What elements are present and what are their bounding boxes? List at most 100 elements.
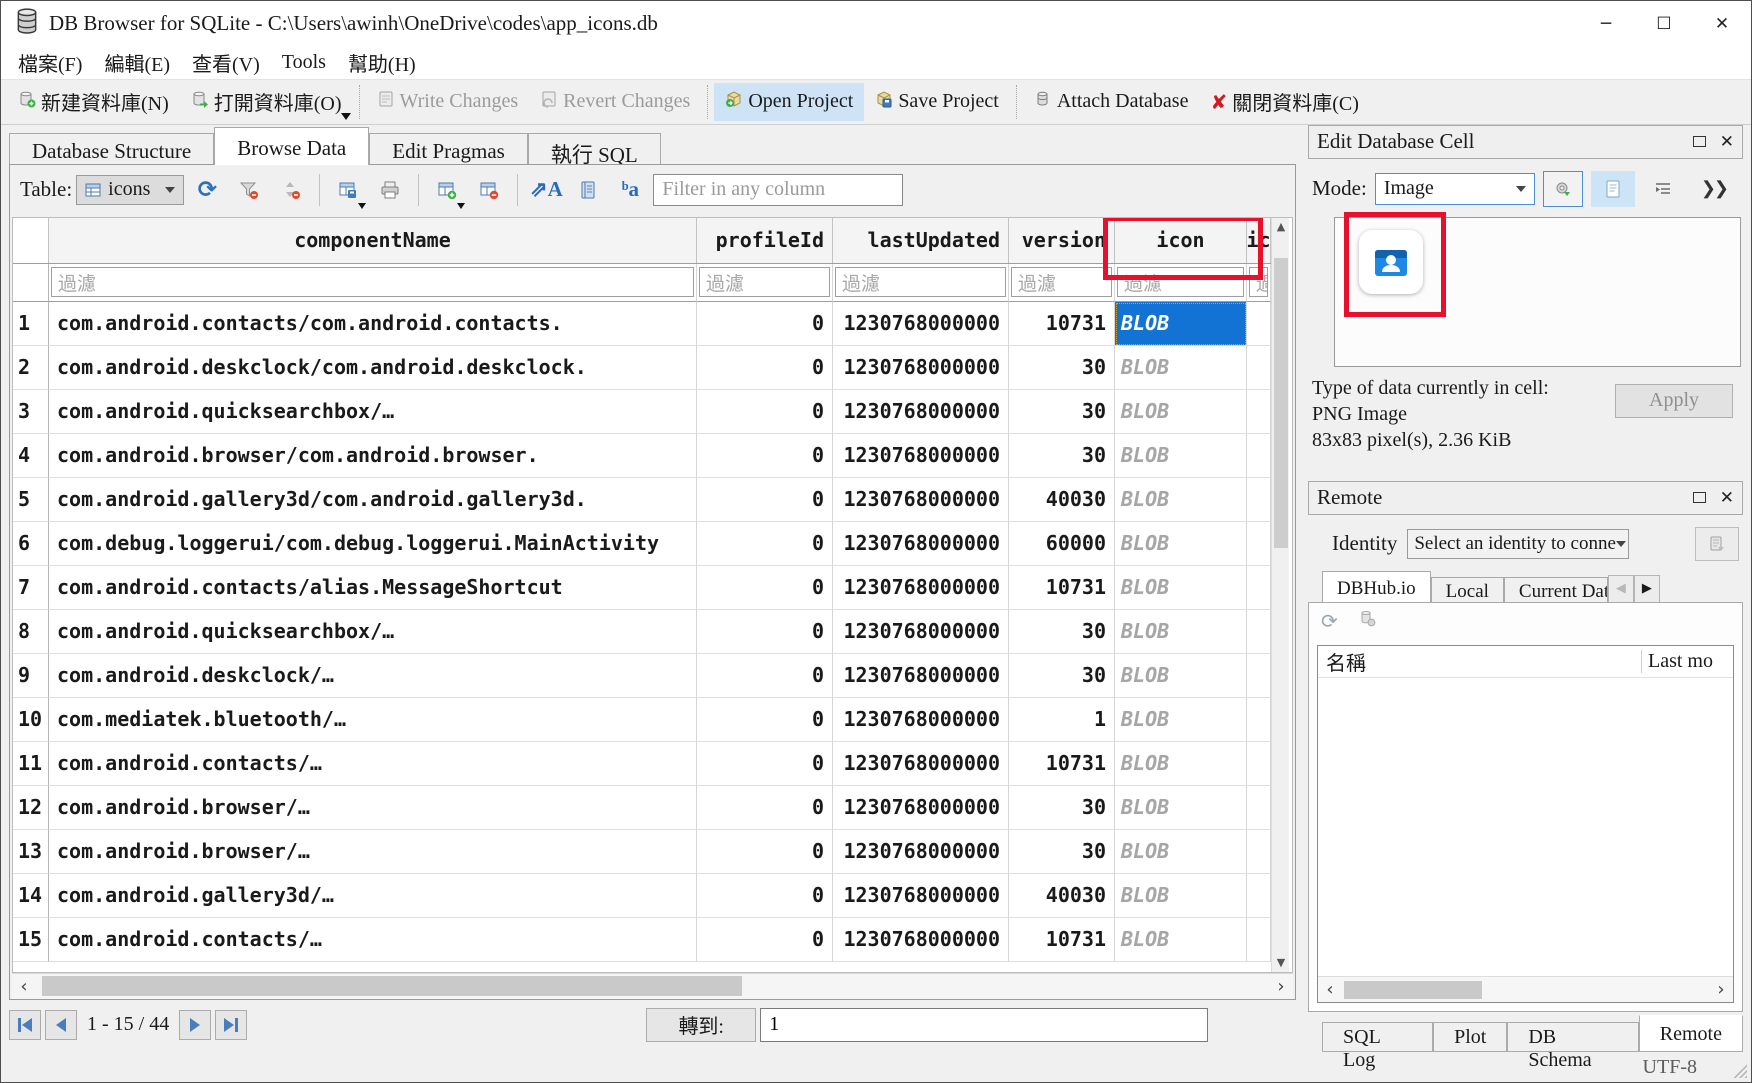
save-project-button[interactable]: Save Project (864, 83, 1010, 121)
tab-sql-log[interactable]: SQL Log (1322, 1022, 1433, 1052)
close-panel-icon[interactable]: ✕ (1720, 132, 1734, 152)
cell-lastUpdated[interactable]: 1230768000000 (833, 522, 1009, 566)
cell-icon-blob[interactable]: BLOB (1115, 522, 1247, 566)
dropdown-caret[interactable] (457, 203, 465, 209)
filter-icon[interactable]: 過濾 (1117, 267, 1244, 297)
table-row[interactable]: 3 com.android.quicksearchbox/… 0 1230768… (13, 390, 1271, 434)
minimize-button[interactable]: ─ (1577, 4, 1635, 44)
cell-icon-blob[interactable]: BLOB (1115, 786, 1247, 830)
cell-profileId[interactable]: 0 (697, 742, 833, 786)
col-header-componentName[interactable]: componentName (49, 218, 697, 263)
cell-lastUpdated[interactable]: 1230768000000 (833, 566, 1009, 610)
close-panel-icon[interactable]: ✕ (1720, 488, 1734, 508)
menu-tools[interactable]: Tools (271, 49, 337, 76)
cell-componentName[interactable]: com.mediatek.bluetooth/… (49, 698, 697, 742)
cell-lastUpdated[interactable]: 1230768000000 (833, 830, 1009, 874)
cell-lastUpdated[interactable]: 1230768000000 (833, 698, 1009, 742)
font-grow-button[interactable]: ⇗A (527, 173, 565, 207)
open-database-dropdown-caret[interactable] (341, 113, 351, 120)
dropdown-caret[interactable] (358, 203, 366, 209)
table-row[interactable]: 1 com.android.contacts/com.android.conta… (13, 302, 1271, 346)
table-row[interactable]: 7 com.android.contacts/alias.MessageShor… (13, 566, 1271, 610)
cell-componentName[interactable]: com.android.browser/… (49, 830, 697, 874)
cell-lastUpdated[interactable]: 1230768000000 (833, 346, 1009, 390)
open-project-button[interactable]: Open Project (714, 83, 864, 121)
cell-version[interactable]: 30 (1009, 654, 1115, 698)
apply-button[interactable]: Apply (1615, 384, 1733, 418)
filter-profileId[interactable]: 過濾 (699, 267, 830, 297)
dictionary-button[interactable] (569, 173, 607, 207)
cell-icon-blob[interactable]: BLOB (1115, 610, 1247, 654)
tabs-scroll-left-button[interactable]: ◀ (1608, 575, 1634, 603)
float-panel-icon[interactable] (1693, 492, 1706, 503)
cell-icon-blob[interactable]: BLOB (1115, 698, 1247, 742)
cell-profileId[interactable]: 0 (697, 918, 833, 962)
cell-version[interactable]: 10731 (1009, 302, 1115, 346)
cell-profileId[interactable]: 0 (697, 566, 833, 610)
word-wrap-button[interactable] (1643, 171, 1683, 207)
menu-help[interactable]: 幫助(H) (337, 46, 427, 79)
filter-version[interactable]: 過濾 (1011, 267, 1112, 297)
vertical-scrollbar[interactable]: ▲ ▼ (1271, 218, 1289, 972)
cell-lastUpdated[interactable]: 1230768000000 (833, 434, 1009, 478)
cell-version[interactable]: 30 (1009, 830, 1115, 874)
cell-next-partial[interactable] (1247, 918, 1271, 962)
close-button[interactable]: ✕ (1693, 4, 1751, 44)
cell-profileId[interactable]: 0 (697, 346, 833, 390)
remote-horizontal-scrollbar[interactable]: ‹ › (1318, 976, 1733, 1002)
refresh-button[interactable]: ⟳ (188, 173, 226, 207)
cell-profileId[interactable]: 0 (697, 522, 833, 566)
tab-db-schema[interactable]: DB Schema (1507, 1022, 1638, 1052)
cell-profileId[interactable]: 0 (697, 478, 833, 522)
prev-page-button[interactable] (45, 1010, 77, 1040)
cell-next-partial[interactable] (1247, 654, 1271, 698)
filter-lastUpdated[interactable]: 過濾 (835, 267, 1006, 297)
table-row[interactable]: 2 com.android.deskclock/com.android.desk… (13, 346, 1271, 390)
font-case-button[interactable]: ᵇa (611, 173, 649, 207)
remote-refresh-icon[interactable]: ⟳ (1321, 609, 1338, 633)
scroll-down-icon[interactable]: ▼ (1272, 954, 1290, 972)
cell-profileId[interactable]: 0 (697, 698, 833, 742)
cell-next-partial[interactable] (1247, 346, 1271, 390)
cell-next-partial[interactable] (1247, 478, 1271, 522)
tabs-scroll-right-button[interactable]: ▶ (1634, 575, 1660, 603)
cell-next-partial[interactable] (1247, 874, 1271, 918)
cell-next-partial[interactable] (1247, 742, 1271, 786)
import-data-button[interactable] (1543, 171, 1583, 207)
tab-remote[interactable]: Remote (1639, 1015, 1743, 1052)
cell-componentName[interactable]: com.debug.loggerui/com.debug.loggerui.Ma… (49, 522, 697, 566)
overflow-chevron-icon[interactable]: ❯❯ (1701, 178, 1727, 199)
cell-version[interactable]: 40030 (1009, 874, 1115, 918)
remote-scroll-thumb[interactable] (1344, 981, 1482, 999)
last-page-button[interactable] (215, 1010, 247, 1040)
float-panel-icon[interactable] (1693, 136, 1706, 147)
cell-profileId[interactable]: 0 (697, 874, 833, 918)
cell-componentName[interactable]: com.android.contacts/… (49, 742, 697, 786)
cell-next-partial[interactable] (1247, 390, 1271, 434)
print-button[interactable] (371, 173, 409, 207)
cell-version[interactable]: 10731 (1009, 566, 1115, 610)
cell-lastUpdated[interactable]: 1230768000000 (833, 918, 1009, 962)
cell-icon-blob[interactable]: BLOB (1115, 874, 1247, 918)
cell-next-partial[interactable] (1247, 698, 1271, 742)
cell-lastUpdated[interactable]: 1230768000000 (833, 478, 1009, 522)
table-row[interactable]: 11 com.android.contacts/… 0 123076800000… (13, 742, 1271, 786)
filter-next[interactable]: 過濾 (1249, 267, 1268, 297)
cell-version[interactable]: 10731 (1009, 918, 1115, 962)
table-row[interactable]: 10 com.mediatek.bluetooth/… 0 1230768000… (13, 698, 1271, 742)
cell-componentName[interactable]: com.android.quicksearchbox/… (49, 610, 697, 654)
cell-version[interactable]: 60000 (1009, 522, 1115, 566)
cell-lastUpdated[interactable]: 1230768000000 (833, 302, 1009, 346)
menu-edit[interactable]: 編輯(E) (93, 46, 181, 79)
scroll-left-icon[interactable]: ‹ (1318, 979, 1342, 1000)
cell-componentName[interactable]: com.android.deskclock/… (49, 654, 697, 698)
cell-next-partial[interactable] (1247, 830, 1271, 874)
cell-lastUpdated[interactable]: 1230768000000 (833, 390, 1009, 434)
cell-next-partial[interactable] (1247, 434, 1271, 478)
cell-lastUpdated[interactable]: 1230768000000 (833, 654, 1009, 698)
table-row[interactable]: 9 com.android.deskclock/… 0 123076800000… (13, 654, 1271, 698)
cell-icon-blob[interactable]: BLOB (1115, 654, 1247, 698)
scroll-right-icon[interactable]: › (1709, 979, 1733, 1000)
cell-profileId[interactable]: 0 (697, 786, 833, 830)
vertical-scroll-thumb[interactable] (1274, 258, 1288, 548)
